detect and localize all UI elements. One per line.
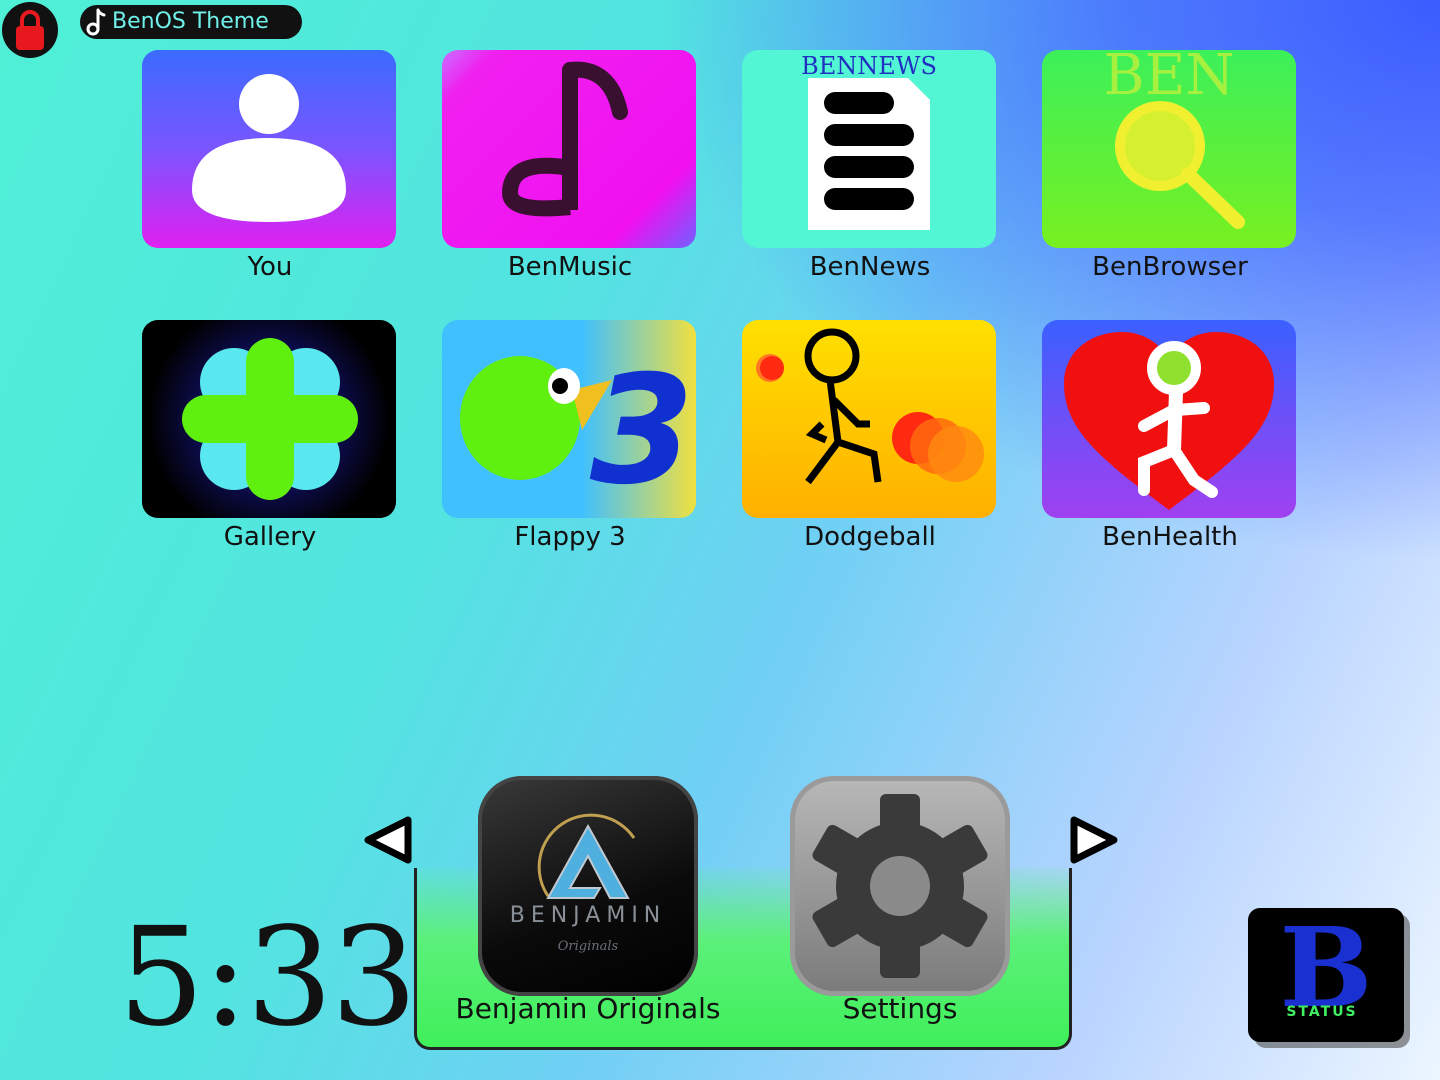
app-label: Gallery — [223, 522, 317, 552]
status-button[interactable]: B STATUS — [1248, 903, 1404, 1042]
heart-runner-icon — [1042, 320, 1296, 518]
app-gallery[interactable]: Gallery — [142, 320, 398, 552]
newspaper-icon: BENNEWS — [742, 50, 996, 248]
app-benmusic[interactable]: BenMusic — [442, 50, 698, 282]
app-benbrowser[interactable]: BEN BenBrowser — [1042, 50, 1298, 282]
flappy-number: 3 — [590, 344, 694, 518]
dock-prev-button[interactable] — [360, 812, 416, 868]
app-label: Flappy 3 — [514, 522, 626, 552]
app-label: BenNews — [809, 252, 931, 282]
benjamin-sub-text: Originals — [558, 939, 619, 954]
stick-figure-icon — [742, 320, 996, 518]
lock-button[interactable] — [2, 2, 58, 58]
theme-button[interactable]: BenOS Theme — [80, 5, 302, 39]
triangle-left-icon — [364, 816, 412, 864]
app-bennews[interactable]: BENNEWS BenNews — [742, 50, 998, 282]
app-you[interactable]: You — [142, 50, 398, 282]
clock-time: 5:33 — [118, 899, 417, 1057]
dock-app-label: Benjamin Originals — [455, 992, 721, 1025]
app-flappy3[interactable]: 3 Flappy 3 — [442, 320, 698, 552]
music-note-icon — [442, 50, 696, 248]
app-label: BenHealth — [1102, 522, 1238, 552]
benjamin-brand-text: BENJAMIN — [510, 903, 667, 928]
app-benhealth[interactable]: BenHealth — [1042, 320, 1298, 552]
gear-icon — [790, 776, 1010, 996]
app-label: Dodgeball — [804, 522, 936, 552]
benbrowser-banner: BEN — [1103, 50, 1234, 108]
dock-app-label: Settings — [842, 992, 958, 1025]
app-dodgeball[interactable]: Dodgeball — [742, 320, 998, 552]
app-label: BenMusic — [507, 252, 633, 282]
magnifier-icon: BEN — [1042, 50, 1296, 248]
status-label: STATUS — [1286, 1004, 1357, 1020]
lock-icon — [16, 10, 44, 50]
bennews-banner: BENNEWS — [801, 52, 937, 80]
triangle-right-icon — [1070, 816, 1118, 864]
benjamin-logo-icon: BENJAMIN Originals — [478, 776, 698, 996]
theme-label: BenOS Theme — [112, 9, 269, 34]
dock-next-button[interactable] — [1066, 812, 1122, 868]
flower-icon — [142, 320, 396, 518]
app-label: You — [247, 252, 293, 282]
app-label: BenBrowser — [1092, 252, 1248, 282]
person-icon — [142, 50, 396, 248]
status-b-icon: B STATUS — [1280, 903, 1373, 1032]
music-note-icon — [80, 5, 110, 39]
dock-app-benjamin-originals[interactable]: BENJAMIN Originals Benjamin Originals — [438, 776, 738, 1025]
bird-icon: 3 — [442, 320, 696, 518]
dock-app-settings[interactable]: Settings — [750, 776, 1050, 1025]
